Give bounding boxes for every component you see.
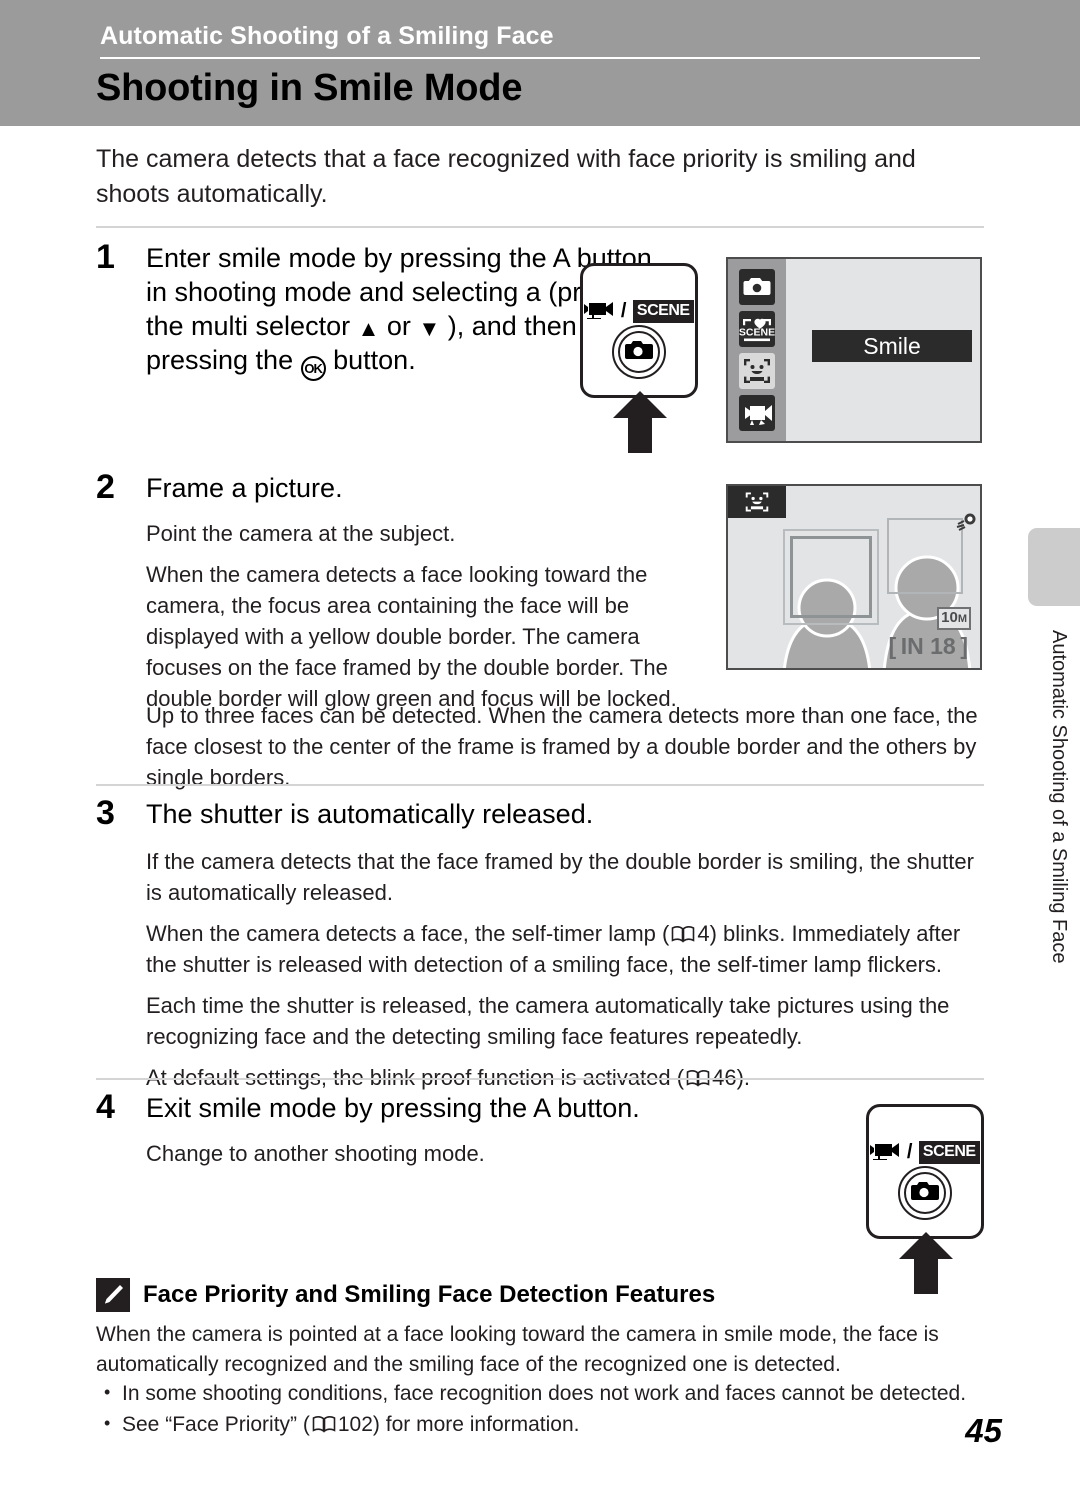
mode-button-ring bbox=[612, 325, 666, 379]
section-divider-2 bbox=[96, 784, 984, 786]
manual-page: Automatic Shooting of a Smiling Face Sho… bbox=[0, 0, 1080, 1486]
mode-button-label: / SCENE bbox=[580, 299, 698, 324]
lcd-mode-menu: SCENE Smile bbox=[726, 257, 982, 443]
manual-ref-book-icon-3 bbox=[312, 1415, 336, 1433]
camera-icon bbox=[624, 339, 654, 366]
image-size-unit: M bbox=[957, 613, 967, 625]
scene-label-chip-2: SCENE bbox=[918, 1141, 980, 1164]
step-3-ref-page-1: 4 bbox=[697, 921, 710, 946]
image-size-value: 10 bbox=[941, 609, 958, 626]
face-detect-marker-icon bbox=[956, 512, 978, 537]
page-header-band: Automatic Shooting of a Smiling Face Sho… bbox=[0, 0, 1080, 126]
section-divider-3 bbox=[96, 1078, 984, 1080]
focus-single-border bbox=[887, 518, 963, 594]
running-head: Automatic Shooting of a Smiling Face bbox=[100, 22, 554, 50]
step-3-text-a: When the camera detects a face, the self… bbox=[146, 921, 670, 946]
note-bullet-2: See “Face Priority” ( 102) for more infor… bbox=[96, 1408, 986, 1440]
smile-mode-icon[interactable] bbox=[739, 353, 775, 389]
movie-camera-icon-2 bbox=[870, 1140, 900, 1165]
intro-paragraph: The camera detects that a face recognize… bbox=[96, 145, 916, 208]
section-divider-1 bbox=[96, 226, 984, 228]
step-2-heading: Frame a picture. bbox=[146, 473, 343, 503]
note-bullet-2-ref: 102 bbox=[337, 1413, 373, 1436]
step-3-paragraph-3: Each time the shutter is released, the c… bbox=[146, 993, 950, 1049]
separator-slash: / bbox=[620, 300, 627, 322]
section-edge-tab bbox=[1028, 528, 1080, 606]
auto-mode-icon[interactable] bbox=[739, 269, 775, 305]
image-size-badge: 10M bbox=[937, 607, 971, 630]
step-2-paragraph-1: Point the camera at the subject. bbox=[146, 521, 456, 546]
step-3-paragraph-1: If the camera detects that the face fram… bbox=[146, 849, 974, 905]
camera-icon-2 bbox=[910, 1180, 940, 1207]
step-1-text-d: or bbox=[386, 311, 411, 341]
step-1-text-f: button. bbox=[333, 345, 416, 375]
step-2-paragraph-2: When the camera detects a face looking t… bbox=[146, 562, 677, 711]
note-bullet-1: In some shooting conditions, face recogn… bbox=[96, 1377, 986, 1409]
page-title: Shooting in Smile Mode bbox=[96, 67, 523, 109]
scene-label-chip: SCENE bbox=[632, 300, 694, 323]
note-body: When the camera is pointed at a face loo… bbox=[96, 1323, 939, 1376]
step-2-number: 2 bbox=[96, 468, 115, 506]
shots-remaining-counter: [ IN 18 ] bbox=[888, 633, 968, 659]
section-edge-label: Automatic Shooting of a Smiling Face bbox=[1048, 630, 1070, 964]
mode-button-figure-1: / SCENE bbox=[580, 263, 700, 453]
mode-button-figure-2: / SCENE bbox=[866, 1104, 986, 1294]
step-2-paragraph-3-wrap: Up to three faces can be detected. When … bbox=[146, 700, 1006, 793]
mode-button-ring-2 bbox=[898, 1166, 952, 1220]
note-bullet-2-suffix: ) for more information. bbox=[372, 1413, 580, 1436]
up-arrow-icon bbox=[611, 391, 669, 453]
multi-selector-down-icon: ▼ bbox=[418, 316, 441, 341]
manual-ref-book-icon bbox=[671, 925, 695, 943]
pencil-note-icon bbox=[96, 1278, 130, 1312]
note-bullet-list: In some shooting conditions, face recogn… bbox=[96, 1377, 986, 1440]
mode-button-label-2: / SCENE bbox=[866, 1140, 984, 1165]
step-2-body: Point the camera at the subject. When th… bbox=[146, 518, 706, 724]
step-1-text-a: Enter smile mode by pressing the A bbox=[146, 243, 570, 273]
smile-mode-badge bbox=[728, 486, 786, 518]
step-2-paragraph-3: Up to three faces can be detected. When … bbox=[146, 703, 978, 790]
lcd-menu-sidebar: SCENE bbox=[728, 259, 786, 441]
focus-double-border-inner bbox=[783, 529, 879, 625]
step-3-body: If the camera detects that the face fram… bbox=[146, 846, 986, 1103]
note-bullet-2-prefix: See “Face Priority” ( bbox=[122, 1413, 310, 1436]
svg-text:SCENE: SCENE bbox=[739, 327, 775, 339]
step-4-body: Change to another shooting mode. bbox=[146, 1138, 846, 1169]
up-arrow-icon-2 bbox=[897, 1232, 955, 1294]
step-3-paragraph-2: When the camera detects a face, the self… bbox=[146, 918, 986, 980]
scene-mode-icon[interactable]: SCENE bbox=[739, 311, 775, 347]
page-number: 45 bbox=[965, 1412, 1002, 1449]
movie-camera-icon bbox=[584, 299, 614, 324]
step-3-heading: The shutter is automatically released. bbox=[146, 799, 594, 829]
ok-button-icon: OK bbox=[300, 356, 326, 381]
step-4-number: 4 bbox=[96, 1088, 115, 1126]
lcd-framing-view: 10M [ IN 18 ] bbox=[726, 484, 982, 670]
movie-mode-icon[interactable] bbox=[739, 395, 775, 431]
note-title: Face Priority and Smiling Face Detection… bbox=[143, 1281, 716, 1308]
step-4-heading: Exit smile mode by pressing the A button… bbox=[146, 1093, 640, 1123]
separator-slash-2: / bbox=[906, 1141, 913, 1163]
step-1-number: 1 bbox=[96, 238, 115, 276]
multi-selector-up-icon: ▲ bbox=[357, 316, 380, 341]
step-3-number: 3 bbox=[96, 794, 115, 832]
header-divider bbox=[100, 57, 980, 59]
smile-selection-bar[interactable]: Smile bbox=[812, 330, 972, 362]
step-4-paragraph-1: Change to another shooting mode. bbox=[146, 1141, 485, 1166]
